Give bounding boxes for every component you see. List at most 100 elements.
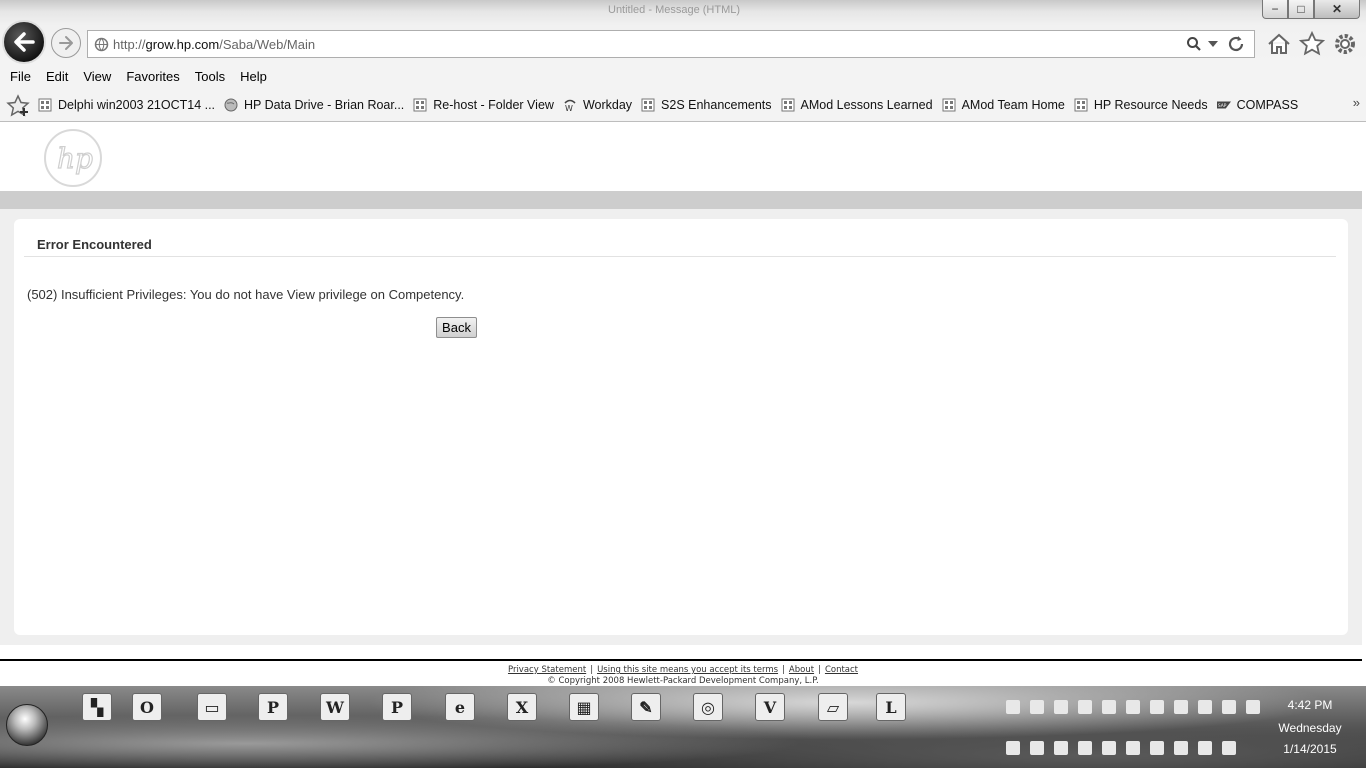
chrome-icon: ◎ <box>693 693 723 721</box>
notes-icon: ▱ <box>818 693 848 721</box>
url-path: /Saba/Web/Main <box>219 37 316 52</box>
menu-help[interactable]: Help <box>240 69 267 84</box>
tray-cloud-icon[interactable] <box>1198 700 1212 714</box>
start-button[interactable] <box>6 704 48 746</box>
close-button[interactable]: ✕ <box>1314 0 1360 19</box>
svg-text:W: W <box>565 104 573 112</box>
menu-bar: File Edit View Favorites Tools Help <box>0 64 1366 88</box>
taskbar-app-internet-explorer[interactable]: e <box>433 688 487 726</box>
add-to-favorites-icon[interactable] <box>6 94 30 118</box>
favorite-label: AMod Lessons Learned <box>800 97 933 112</box>
favorite-item[interactable]: SAP COMPASS <box>1216 98 1298 112</box>
tray-tools-icon[interactable] <box>1030 700 1044 714</box>
clock-time[interactable]: 4:42 PM <box>1278 698 1342 712</box>
tray-sync-icon[interactable] <box>1006 700 1020 714</box>
calculator-icon: ▦ <box>569 693 599 721</box>
taskbar-app-visio[interactable]: V <box>743 688 797 726</box>
gear-icon[interactable] <box>1331 30 1359 58</box>
back-button[interactable]: Back <box>436 317 477 338</box>
tray-chart-icon[interactable] <box>1030 741 1044 755</box>
menu-view[interactable]: View <box>83 69 111 84</box>
battery-icon[interactable] <box>1198 741 1212 755</box>
taskbar-app-lync[interactable]: L <box>864 688 918 726</box>
address-bar[interactable]: http://grow.hp.com/Saba/Web/Main <box>87 30 1255 58</box>
chevron-down-icon[interactable] <box>1208 41 1218 47</box>
taskbar-app-outlook[interactable]: O <box>120 688 174 726</box>
taskbar-app-calculator[interactable]: ▦ <box>557 688 611 726</box>
search-icon[interactable] <box>1186 36 1202 52</box>
menu-edit[interactable]: Edit <box>46 69 68 84</box>
tray-display-icon[interactable] <box>1006 741 1020 755</box>
menu-file[interactable]: File <box>10 69 31 84</box>
paint-palette-icon: ✎ <box>631 693 661 721</box>
contact-link[interactable]: Contact <box>825 665 858 675</box>
favorite-item[interactable]: HP Data Drive - Brian Roar... <box>224 98 404 112</box>
page-globe-icon <box>94 37 109 52</box>
taskbar-app-word[interactable]: W <box>308 688 362 726</box>
forward-navigation-button[interactable] <box>51 28 81 58</box>
terms-link[interactable]: Using this site means you accept its ter… <box>597 665 778 675</box>
tray-network-icon[interactable] <box>1150 741 1164 755</box>
excel-icon: X <box>507 693 537 721</box>
about-link[interactable]: About <box>789 665 814 675</box>
tray-pin-icon[interactable] <box>1078 741 1092 755</box>
url-prefix: http:// <box>113 37 146 52</box>
word-icon: W <box>320 693 350 721</box>
tray-antivirus-icon[interactable] <box>1054 741 1068 755</box>
home-icon[interactable] <box>1265 30 1293 58</box>
error-message: (502) Insufficient Privileges: You do no… <box>27 287 465 302</box>
favorite-item[interactable]: AMod Team Home <box>942 98 1065 112</box>
footer-separator: | <box>590 665 594 675</box>
bluetooth-icon[interactable] <box>1222 700 1236 714</box>
taskbar-app-file-explorer[interactable]: ▭ <box>185 688 239 726</box>
tray-update-icon[interactable] <box>1174 700 1188 714</box>
tray-photo-icon[interactable] <box>1102 700 1116 714</box>
favorite-item[interactable]: Re-host - Folder View <box>413 98 554 112</box>
tray-eye-icon[interactable] <box>1126 741 1140 755</box>
divider <box>24 256 1336 257</box>
tray-settings-icon[interactable] <box>1126 700 1140 714</box>
header-divider-strip <box>0 191 1362 209</box>
sharepoint-icon <box>641 98 655 112</box>
privacy-statement-link[interactable]: Privacy Statement <box>508 665 586 675</box>
tray-onenote-icon[interactable] <box>1078 700 1092 714</box>
tray-location-icon[interactable] <box>1150 700 1164 714</box>
favorite-label: Workday <box>582 97 633 112</box>
clock-date[interactable]: 1/14/2015 <box>1272 742 1348 756</box>
favorite-label: Delphi win2003 21OCT14 ... <box>58 97 216 112</box>
refresh-icon[interactable] <box>1226 34 1246 54</box>
taskbar-app-notes[interactable]: ▱ <box>806 688 860 726</box>
tray-power-icon[interactable] <box>1222 741 1236 755</box>
project-icon: P <box>382 693 412 721</box>
favorite-item[interactable]: S2S Enhancements <box>641 98 772 112</box>
svg-text:hp: hp <box>57 142 93 175</box>
tray-shield-icon[interactable] <box>1054 700 1068 714</box>
favorite-item[interactable]: AMod Lessons Learned <box>781 98 933 112</box>
tray-network-device-icon[interactable] <box>1102 741 1116 755</box>
favorite-item[interactable]: W Workday <box>563 98 632 112</box>
clock-day[interactable]: Wednesday <box>1272 721 1348 735</box>
favorites-star-icon[interactable] <box>1298 30 1326 58</box>
visio-icon: V <box>755 693 785 721</box>
address-url[interactable]: http://grow.hp.com/Saba/Web/Main <box>113 37 315 52</box>
menu-tools[interactable]: Tools <box>195 69 225 84</box>
favorite-label: AMod Team Home <box>961 97 1065 112</box>
taskbar-app-powerpoint[interactable]: P <box>246 688 300 726</box>
tray-outlook-icon[interactable] <box>1246 700 1260 714</box>
taskbar-app-excel[interactable]: X <box>495 688 549 726</box>
favorites-overflow-button[interactable]: » <box>1353 95 1360 110</box>
favorite-item[interactable]: HP Resource Needs <box>1074 98 1208 112</box>
taskbar-app-paint[interactable]: ✎ <box>619 688 673 726</box>
back-navigation-button[interactable] <box>2 20 46 64</box>
taskbar-app-chrome[interactable]: ◎ <box>681 688 735 726</box>
volume-icon[interactable] <box>1174 741 1188 755</box>
taskbar-app-project[interactable]: P <box>370 688 424 726</box>
workday-icon: W <box>563 98 577 112</box>
favorite-item[interactable]: Delphi win2003 21OCT14 ... <box>38 98 215 112</box>
error-title: Error Encountered <box>37 237 152 252</box>
maximize-button[interactable]: □ <box>1288 0 1314 19</box>
taskbar-app-utilities[interactable]: ▚ <box>70 688 124 726</box>
menu-favorites[interactable]: Favorites <box>126 69 179 84</box>
sharepoint-icon <box>413 98 427 112</box>
minimize-button[interactable]: − <box>1262 0 1288 19</box>
